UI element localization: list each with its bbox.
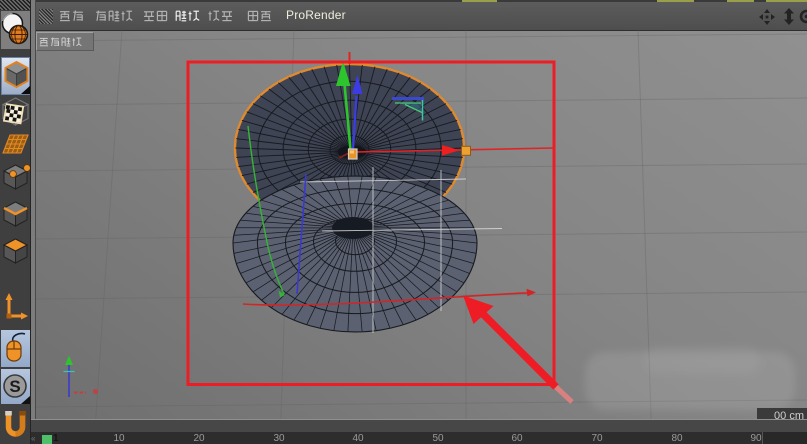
svg-text:S: S [9,377,20,396]
